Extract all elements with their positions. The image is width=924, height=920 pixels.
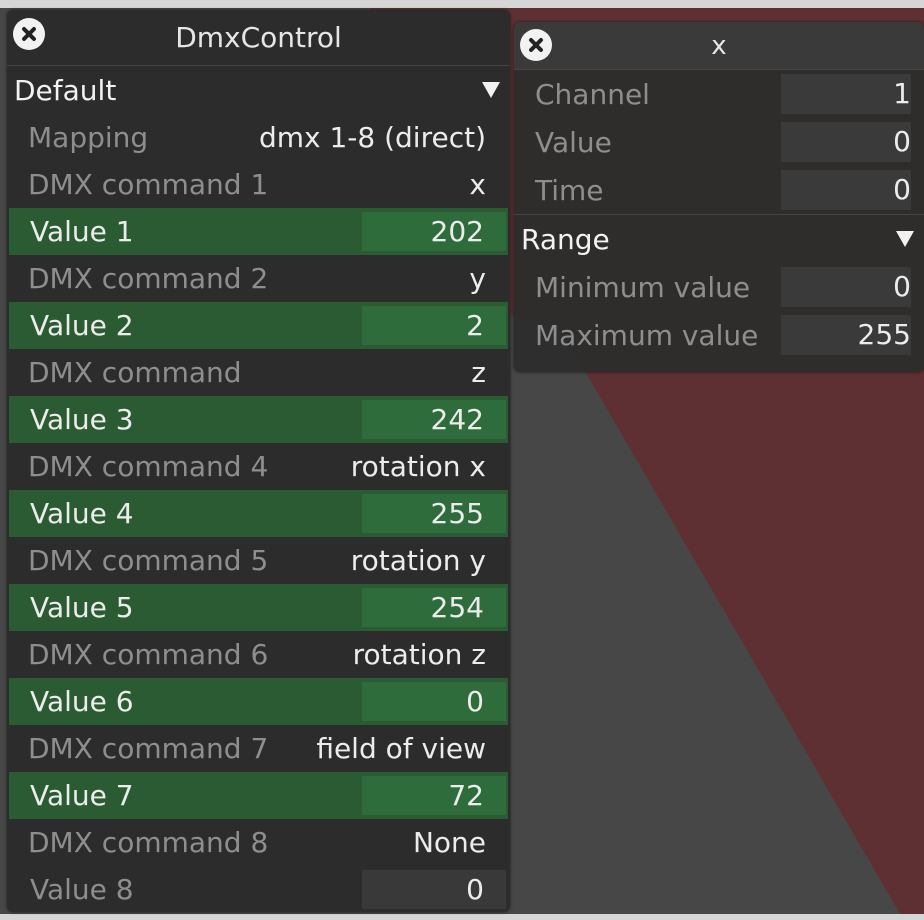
value-slider[interactable]: Value 4 255 [9,490,508,537]
dmx-command-label: DMX command [28,356,242,389]
value-number[interactable]: 202 [431,215,484,248]
slider-field[interactable] [362,682,506,721]
dmx-command-row[interactable]: DMX command 7 field of view [7,725,510,772]
value-slider[interactable]: Value 5 254 [9,584,508,631]
panel-title: DmxControl [175,21,342,54]
value-label: Value 2 [30,309,134,342]
dmx-command-label: DMX command 4 [28,450,269,483]
dmx-command-value[interactable]: rotation y [351,544,486,577]
section-label: Default [14,73,117,107]
panel-title: x [711,30,727,61]
dmx-command-value[interactable]: x [469,168,486,201]
dmx-command-value[interactable]: y [469,262,486,295]
channel-row: Channel 1 [514,70,924,118]
dmx-command-label: DMX command 6 [28,638,269,671]
dmx-command-value[interactable]: field of view [316,732,486,765]
value-slider[interactable]: Value 2 2 [9,302,508,349]
value-slider[interactable]: Value 3 242 [9,396,508,443]
dmx-command-label: DMX command 8 [28,826,269,859]
triangle-down-icon[interactable] [896,231,914,247]
value-slider[interactable]: Value 1 202 [9,208,508,255]
dmx-command-row[interactable]: DMX command 8 None [7,819,510,866]
x-titlebar[interactable]: x [514,22,924,70]
triangle-down-icon[interactable] [482,82,500,98]
value-label: Value 7 [30,779,134,812]
dmx-command-label: DMX command 7 [28,732,269,765]
value-number[interactable]: 0 [466,873,484,906]
dmxcontrol-panel: DmxControl Default Mapping dmx 1-8 (dire… [7,10,510,912]
maximum-value-label: Maximum value [535,318,759,352]
minimum-value-row: Minimum value 0 [514,263,924,311]
value-label: Value 4 [30,497,134,530]
value-number[interactable]: 255 [431,497,484,530]
value-row: Value 0 [514,118,924,166]
dmx-command-row[interactable]: DMX command 6 rotation z [7,631,510,678]
slider-field[interactable] [362,306,506,345]
channel-input[interactable]: 1 [781,74,911,114]
value-number[interactable]: 0 [466,685,484,718]
dmx-command-value[interactable]: z [471,356,486,389]
time-label: Time [535,173,604,207]
mapping-label: Mapping [28,121,149,154]
dmx-command-row[interactable]: DMX command 1 x [7,161,510,208]
dmx-command-label: DMX command 1 [28,168,269,201]
channel-label: Channel [535,77,650,111]
minimum-value-label: Minimum value [535,270,751,304]
value-number[interactable]: 72 [448,779,484,812]
dmx-command-label: DMX command 5 [28,544,269,577]
x-inspector-panel: x Channel 1 Value 0 Time 0 Range Minimum… [514,22,924,372]
dmx-command-row[interactable]: DMX command 2 y [7,255,510,302]
close-icon[interactable] [13,18,45,50]
value-label: Value 6 [30,685,134,718]
time-row: Time 0 [514,166,924,214]
mapping-row[interactable]: Mapping dmx 1-8 (direct) [7,114,510,161]
section-default[interactable]: Default [7,66,510,114]
dmx-command-label: DMX command 2 [28,262,269,295]
close-icon[interactable] [520,29,552,61]
value-label: Value [535,125,612,159]
slider-field[interactable] [362,776,506,815]
dmxcontrol-titlebar[interactable]: DmxControl [7,10,510,66]
time-input[interactable]: 0 [781,170,911,210]
value-number[interactable]: 242 [431,403,484,436]
section-range[interactable]: Range [514,215,924,263]
value-label: Value 1 [30,215,134,248]
value-slider[interactable]: Value 8 0 [9,866,508,912]
section-label: Range [521,222,610,256]
dmx-command-row[interactable]: DMX command 4 rotation x [7,443,510,490]
minimum-value-input[interactable]: 0 [781,267,911,307]
value-number[interactable]: 254 [431,591,484,624]
dmx-command-row[interactable]: DMX command 5 rotation y [7,537,510,584]
value-label: Value 8 [30,873,134,906]
dmx-command-value[interactable]: None [413,826,486,859]
dmx-command-value[interactable]: rotation z [353,638,486,671]
value-label: Value 5 [30,591,134,624]
slider-field[interactable] [362,870,506,909]
dmx-command-row[interactable]: DMX command z [7,349,510,396]
dmx-command-value[interactable]: rotation x [351,450,486,483]
value-label: Value 3 [30,403,134,436]
mapping-value[interactable]: dmx 1-8 (direct) [259,121,486,154]
value-number[interactable]: 2 [466,309,484,342]
maximum-value-input[interactable]: 255 [781,315,911,355]
maximum-value-row: Maximum value 255 [514,311,924,359]
value-input[interactable]: 0 [781,122,911,162]
value-slider[interactable]: Value 7 72 [9,772,508,819]
value-slider[interactable]: Value 6 0 [9,678,508,725]
